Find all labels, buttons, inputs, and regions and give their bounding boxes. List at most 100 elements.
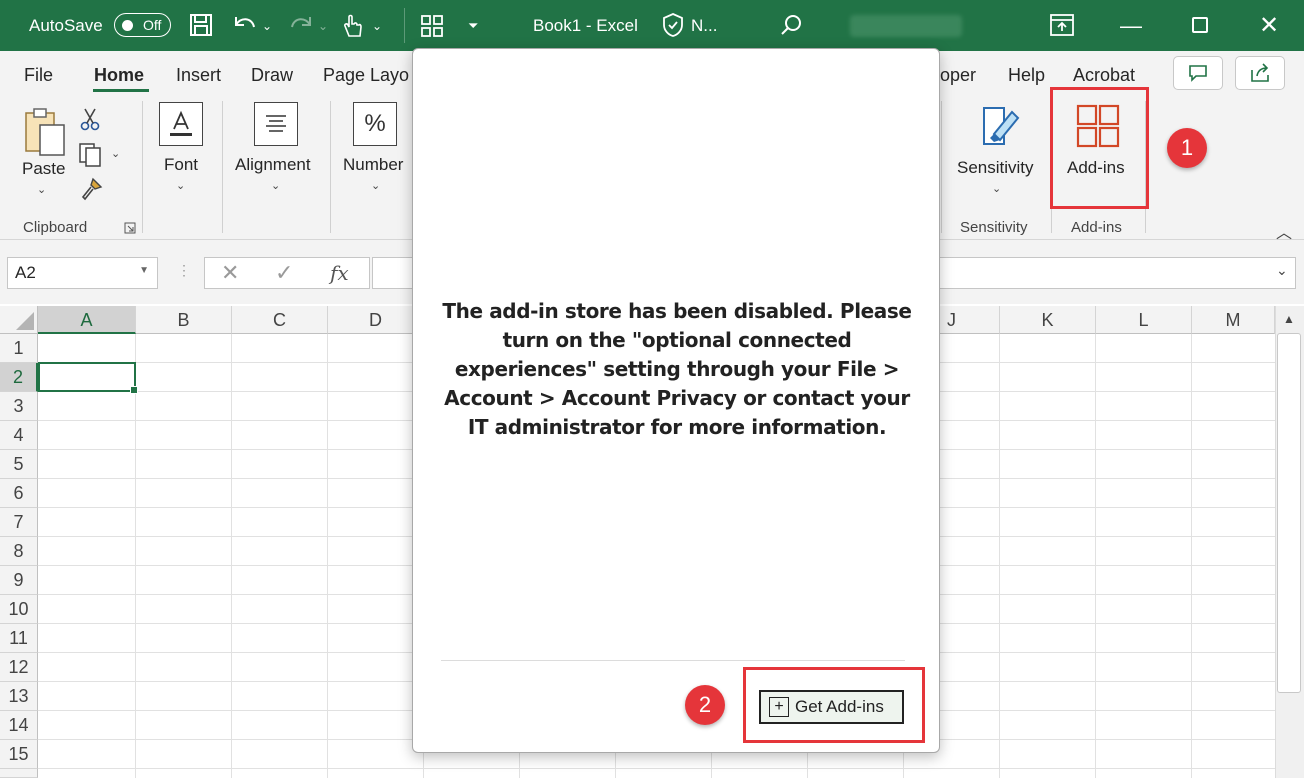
number-dropdown-icon[interactable]: ⌄ xyxy=(371,179,380,192)
comment-icon xyxy=(1189,65,1207,82)
column-header-c[interactable]: C xyxy=(232,306,328,334)
paste-label[interactable]: Paste xyxy=(22,159,65,179)
font-label[interactable]: Font xyxy=(164,155,198,175)
number-format-icon[interactable]: % xyxy=(353,102,397,146)
quick-access-addins-icon[interactable] xyxy=(420,14,444,38)
alignment-dropdown-icon[interactable]: ⌄ xyxy=(271,179,280,192)
row-header-5[interactable]: 5 xyxy=(0,450,38,479)
copy-icon[interactable] xyxy=(78,142,104,168)
maximize-icon[interactable] xyxy=(1192,17,1208,33)
sensitivity-dropdown-icon[interactable]: ⌄ xyxy=(992,182,1001,195)
paste-dropdown-icon[interactable]: ⌄ xyxy=(37,183,46,196)
alignment-icon[interactable] xyxy=(254,102,298,146)
sensitivity-group-label: Sensitivity xyxy=(960,219,1028,236)
autosave-label: AutoSave xyxy=(29,15,103,35)
tab-insert[interactable]: Insert xyxy=(176,65,221,86)
minimize-icon[interactable]: — xyxy=(1120,0,1142,51)
tab-home-underline xyxy=(93,89,149,92)
row-header-1[interactable]: 1 xyxy=(0,334,38,363)
name-box[interactable]: A2 ▼ xyxy=(7,257,158,289)
row-header-3[interactable]: 3 xyxy=(0,392,38,421)
tab-acrobat[interactable]: Acrobat xyxy=(1073,65,1135,86)
gridline xyxy=(327,334,328,778)
undo-icon[interactable] xyxy=(232,13,258,37)
tab-home[interactable]: Home xyxy=(94,65,144,86)
redo-icon xyxy=(291,17,311,28)
tab-developer[interactable]: oper xyxy=(940,65,976,86)
autosave-toggle[interactable]: Off xyxy=(114,13,171,37)
gridline xyxy=(38,768,1275,769)
tab-help[interactable]: Help xyxy=(1008,65,1045,86)
autosave-state: Off xyxy=(143,17,162,33)
annotation-badge-2: 2 xyxy=(685,685,725,725)
column-header-m[interactable]: M xyxy=(1192,306,1275,334)
row-header-partial xyxy=(0,769,38,778)
qat-more-icon[interactable]: ⏷ xyxy=(468,0,478,51)
scrollbar-thumb[interactable] xyxy=(1277,333,1301,693)
column-header-d[interactable]: D xyxy=(328,306,424,334)
titlebar-divider xyxy=(404,8,405,43)
save-icon[interactable] xyxy=(189,13,213,37)
close-icon[interactable]: ✕ xyxy=(1259,0,1279,51)
alignment-label[interactable]: Alignment xyxy=(235,155,311,175)
row-header-14[interactable]: 14 xyxy=(0,711,38,740)
column-header-k[interactable]: K xyxy=(1000,306,1096,334)
sensitivity-button-label[interactable]: Sensitivity xyxy=(957,158,1034,178)
annotation-badge-1: 1 xyxy=(1167,128,1207,168)
sensitivity-icon[interactable] xyxy=(980,104,1020,148)
insert-function-icon[interactable]: fx xyxy=(330,261,349,285)
row-header-8[interactable]: 8 xyxy=(0,537,38,566)
gridline xyxy=(135,334,136,778)
title-bar: AutoSave Off ⌄ ⌄ ⌄ ⏷ Book1 - Excel N... … xyxy=(0,0,1304,51)
column-header-l[interactable]: L xyxy=(1096,306,1192,334)
row-header-2[interactable]: 2 xyxy=(0,363,38,392)
row-header-10[interactable]: 10 xyxy=(0,595,38,624)
comments-button[interactable] xyxy=(1173,56,1223,90)
ribbon-divider xyxy=(330,101,331,233)
expand-formula-bar-icon[interactable]: ⌄ xyxy=(1276,262,1288,279)
ribbon-display-options-icon[interactable] xyxy=(1050,14,1074,36)
cancel-icon[interactable]: ✕ xyxy=(221,260,239,286)
addin-store-disabled-message: The add-in store has been disabled. Plea… xyxy=(442,299,912,439)
redo-dropdown-icon: ⌄ xyxy=(318,18,329,33)
document-title: Book1 - Excel xyxy=(533,15,638,35)
sensitivity-shield-icon[interactable] xyxy=(661,12,685,38)
search-icon[interactable] xyxy=(779,13,803,37)
row-header-15[interactable]: 15 xyxy=(0,740,38,769)
gridline xyxy=(999,334,1000,778)
select-all-corner[interactable] xyxy=(0,306,38,334)
scroll-up-icon[interactable]: ▲ xyxy=(1283,312,1295,326)
paste-icon[interactable] xyxy=(24,107,68,157)
row-header-9[interactable]: 9 xyxy=(0,566,38,595)
annotation-highlight-addins xyxy=(1050,87,1149,209)
row-header-11[interactable]: 11 xyxy=(0,624,38,653)
customize-dropdown-icon[interactable]: ⌄ xyxy=(372,0,382,51)
row-header-4[interactable]: 4 xyxy=(0,421,38,450)
share-button[interactable] xyxy=(1235,56,1285,90)
active-cell-a2[interactable] xyxy=(38,362,138,394)
tab-page-layout[interactable]: Page Layo xyxy=(323,65,409,86)
row-header-6[interactable]: 6 xyxy=(0,479,38,508)
clipboard-launcher-icon[interactable] xyxy=(124,222,136,234)
column-header-a[interactable]: A xyxy=(38,306,136,334)
ribbon-divider xyxy=(941,101,942,233)
name-box-dropdown-icon[interactable]: ▼ xyxy=(139,265,149,276)
copy-dropdown-icon[interactable]: ⌄ xyxy=(111,147,120,160)
touch-mode-icon[interactable] xyxy=(341,12,363,38)
row-header-12[interactable]: 12 xyxy=(0,653,38,682)
row-header-13[interactable]: 13 xyxy=(0,682,38,711)
row-header-7[interactable]: 7 xyxy=(0,508,38,537)
tab-file[interactable]: File xyxy=(24,65,53,86)
enter-icon[interactable]: ✓ xyxy=(275,260,293,286)
tab-draw[interactable]: Draw xyxy=(251,65,293,86)
account-avatar[interactable] xyxy=(850,15,962,37)
column-header-b[interactable]: B xyxy=(136,306,232,334)
cut-icon[interactable] xyxy=(80,107,100,131)
number-label[interactable]: Number xyxy=(343,155,403,175)
font-dropdown-icon[interactable]: ⌄ xyxy=(176,179,185,192)
ribbon-divider xyxy=(222,101,223,233)
format-painter-icon[interactable] xyxy=(79,177,103,201)
font-icon[interactable] xyxy=(159,102,203,146)
ribbon-divider xyxy=(142,101,143,233)
undo-dropdown-icon[interactable]: ⌄ xyxy=(262,0,272,51)
